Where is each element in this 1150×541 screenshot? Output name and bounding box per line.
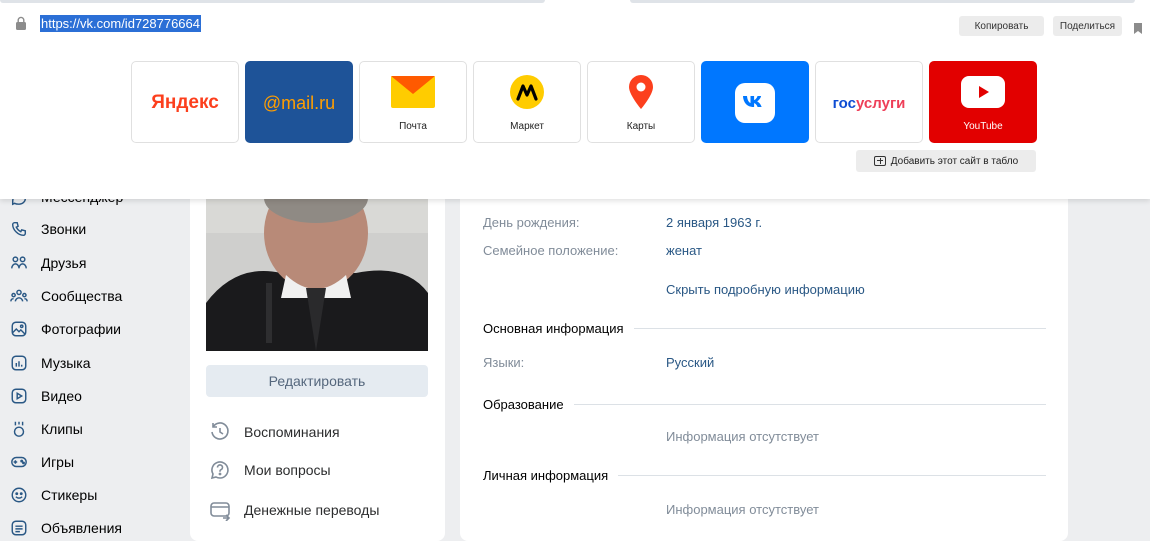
nav-item-stickers[interactable]: Стикеры xyxy=(0,481,170,509)
memories-label: Воспоминания xyxy=(244,424,340,440)
music-icon xyxy=(9,353,29,373)
nav-item-video[interactable]: Видео xyxy=(0,382,170,410)
address-bar: https://vk.com/id728776664 Копировать По… xyxy=(0,11,1150,39)
share-button[interactable]: Поделиться xyxy=(1053,16,1122,36)
mailru-logo: @mail.ru xyxy=(246,62,352,142)
nav-item-photos[interactable]: Фотографии xyxy=(0,315,170,343)
ads-icon xyxy=(9,518,29,538)
education-header: Образование xyxy=(483,397,1046,412)
yandex-logo-text: Яндекс xyxy=(151,92,219,113)
nav-item-friends[interactable]: Друзья xyxy=(0,249,170,277)
nav-item-music[interactable]: Музыка xyxy=(0,349,170,377)
communities-icon xyxy=(9,286,29,306)
languages-value[interactable]: Русский xyxy=(666,355,714,370)
divider xyxy=(633,328,1046,329)
lock-icon[interactable] xyxy=(15,16,27,30)
education-empty: Информация отсутствует xyxy=(666,429,819,444)
divider xyxy=(618,475,1046,476)
tab-strip xyxy=(0,0,1150,4)
main-info-title: Основная информация xyxy=(483,321,624,336)
add-box-icon xyxy=(873,156,886,166)
nav-item-calls[interactable]: Звонки xyxy=(0,215,170,243)
tab-segment xyxy=(0,0,545,3)
tile-pochta[interactable]: Почта xyxy=(359,61,467,143)
nav-label-photos: Фотографии xyxy=(41,321,122,337)
url-text[interactable]: https://vk.com/id728776664 xyxy=(40,15,201,32)
add-site-to-tablo-button[interactable]: Добавить этот сайт в табло xyxy=(856,150,1036,172)
gosuslugi-logo: госуслуги xyxy=(816,62,922,142)
edit-profile-button[interactable]: Редактировать xyxy=(206,365,428,397)
tile-yandex[interactable]: Яндекс xyxy=(131,61,239,143)
languages-key: Языки: xyxy=(483,355,525,370)
market-caption: Маркет xyxy=(510,121,544,132)
my-questions-link[interactable]: Мои вопросы xyxy=(208,458,331,482)
yandex-logo: Яндекс xyxy=(132,62,238,142)
youtube-caption: YouTube xyxy=(963,121,1003,132)
nav-label-communities: Сообщества xyxy=(41,288,123,304)
my-questions-label: Мои вопросы xyxy=(244,462,331,478)
main-info-header: Основная информация xyxy=(483,321,1046,336)
tile-mailru[interactable]: @mail.ru xyxy=(245,61,353,143)
birthday-key: День рождения: xyxy=(483,215,580,230)
nav-label-friends: Друзья xyxy=(41,255,87,271)
nav-item-clips[interactable]: Клипы xyxy=(0,415,170,443)
photos-icon xyxy=(9,319,29,339)
nav-label-stickers: Стикеры xyxy=(41,487,98,503)
avatar[interactable] xyxy=(206,193,428,351)
profile-info-card: День рождения: 2 января 1963 г. Семейное… xyxy=(460,185,1068,541)
pochta-caption: Почта xyxy=(399,121,427,132)
mailru-logo-text: @mail.ru xyxy=(262,92,336,113)
tile-karty[interactable]: Карты xyxy=(587,61,695,143)
tile-market[interactable]: Маркет xyxy=(473,61,581,143)
phone-icon xyxy=(9,219,29,239)
market-icon xyxy=(474,62,580,122)
education-title: Образование xyxy=(483,397,564,412)
personal-info-empty: Информация отсутствует xyxy=(666,502,819,517)
nav-item-ads[interactable]: Объявления xyxy=(0,514,170,541)
browser-url-popup: https://vk.com/id728776664 Копировать По… xyxy=(0,0,1150,199)
add-site-label: Добавить этот сайт в табло xyxy=(890,155,1019,167)
nav-label-clips: Клипы xyxy=(41,421,83,437)
vk-logo-icon xyxy=(702,62,808,142)
nav-item-games[interactable]: Игры xyxy=(0,448,170,476)
personal-info-header: Личная информация xyxy=(483,468,1046,483)
family-status-value[interactable]: женат xyxy=(666,243,702,258)
stickers-icon xyxy=(9,485,29,505)
nav-label-video: Видео xyxy=(41,388,82,404)
tile-vk[interactable] xyxy=(701,61,809,143)
gosuslugi-logo-part-2: услуги xyxy=(855,94,906,112)
profile-photo-card: Редактировать Воспоминания Мои вопросы Д… xyxy=(190,185,445,541)
clips-icon xyxy=(9,419,29,439)
nav-item-communities[interactable]: Сообщества xyxy=(0,282,170,310)
youtube-play-icon xyxy=(930,62,1036,122)
transfer-icon xyxy=(208,498,232,522)
tile-gosuslugi[interactable]: госуслуги xyxy=(815,61,923,143)
friends-icon xyxy=(9,253,29,273)
birthday-value[interactable]: 2 января 1963 г. xyxy=(666,215,762,230)
nav-label-music: Музыка xyxy=(41,355,91,371)
money-transfers-link[interactable]: Денежные переводы xyxy=(208,498,379,522)
divider xyxy=(573,404,1046,405)
memories-icon xyxy=(208,420,232,444)
nav-label-games: Игры xyxy=(41,454,75,470)
nav-label-ads: Объявления xyxy=(41,520,122,536)
video-icon xyxy=(9,386,29,406)
tile-youtube[interactable]: YouTube xyxy=(929,61,1037,143)
family-status-key: Семейное положение: xyxy=(483,243,619,258)
mail-envelope-icon xyxy=(360,62,466,122)
personal-info-title: Личная информация xyxy=(483,468,609,483)
nav-label-calls: Звонки xyxy=(41,221,87,237)
bookmark-icon[interactable] xyxy=(1134,21,1142,34)
karty-caption: Карты xyxy=(626,121,656,132)
map-pin-icon xyxy=(588,62,694,122)
tab-segment xyxy=(630,0,1135,3)
gosuslugi-logo-part-1: гос xyxy=(832,94,856,112)
hide-details-link[interactable]: Скрыть подробную информацию xyxy=(666,282,865,297)
memories-link[interactable]: Воспоминания xyxy=(208,420,340,444)
games-icon xyxy=(9,452,29,472)
question-icon xyxy=(208,458,232,482)
money-transfers-label: Денежные переводы xyxy=(244,502,380,518)
copy-button[interactable]: Копировать xyxy=(959,16,1044,36)
